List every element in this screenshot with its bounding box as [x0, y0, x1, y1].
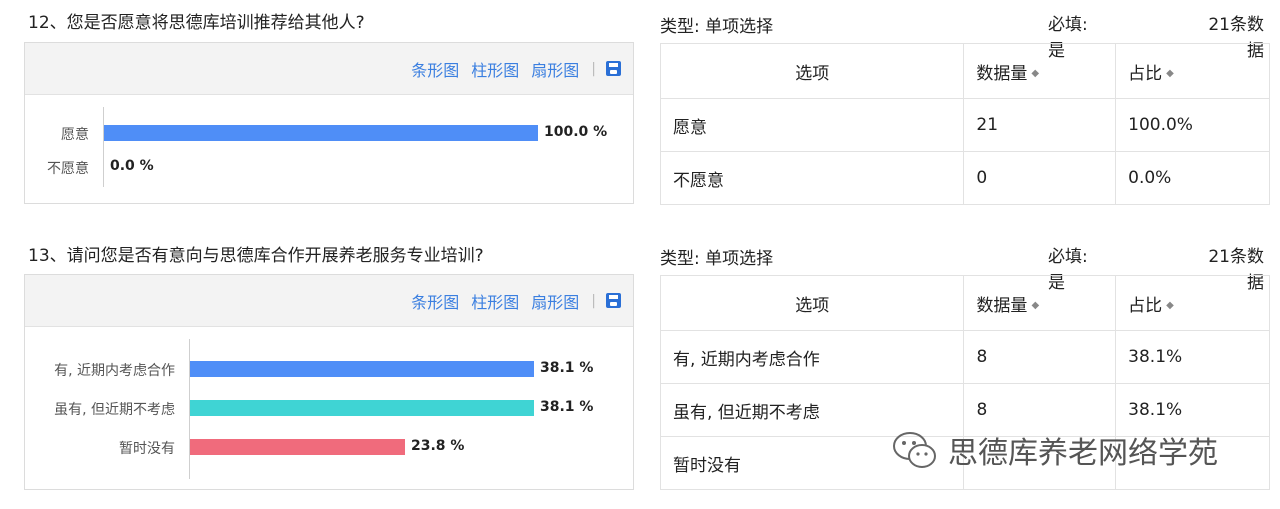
question-type: 类型: 单项选择 [660, 17, 774, 37]
wechat-icon [892, 430, 938, 470]
column-header-option: 选项 [659, 43, 965, 99]
ratio-cell: 100.0% [1115, 98, 1270, 152]
option-cell: 愿意 [659, 98, 965, 152]
column-header-ratio[interactable]: 占比 ◆ [1115, 275, 1270, 331]
option-cell: 不愿意 [659, 151, 965, 205]
count-cell: 0 [963, 151, 1117, 205]
sort-icon[interactable]: ◆ [1031, 68, 1039, 79]
sort-icon[interactable]: ◆ [1031, 300, 1039, 311]
value-label: 100.0 % [544, 124, 608, 140]
chart-toolbar: 条形图 柱形图 扇形图 | [25, 43, 633, 95]
question-type: 类型: 单项选择 [660, 249, 774, 269]
question-13-chart-panel: 条形图 柱形图 扇形图 | 有, 近期内考虑合作 38.1 % 虽有, 但近期不考虑… [24, 274, 634, 490]
category-label: 不愿意 [47, 161, 89, 177]
column-header-count[interactable]: 数据量 ◆ [963, 43, 1117, 99]
sort-icon[interactable]: ◆ [1166, 68, 1174, 79]
watermark-text: 思德库养老网络学苑 [948, 436, 1218, 471]
bar [104, 125, 538, 141]
table-row: 愿意 21 100.0% [659, 98, 1270, 152]
value-label: 23.8 % [411, 438, 465, 454]
bar [190, 361, 534, 377]
question-13-title: 13、请问您是否有意向与思德库合作开展养老服务专业培训? [28, 246, 484, 266]
value-label: 38.1 % [540, 360, 594, 376]
chart-toolbar: 条形图 柱形图 扇形图 | [25, 275, 633, 327]
pie-chart-button[interactable]: 扇形图 [531, 57, 579, 81]
table-row: 不愿意 0 0.0% [659, 151, 1270, 205]
pie-chart-button[interactable]: 扇形图 [531, 289, 579, 313]
ratio-cell: 38.1% [1115, 330, 1270, 384]
bar [190, 400, 534, 416]
table-row: 有, 近期内考虑合作 8 38.1% [659, 330, 1270, 384]
toolbar-divider: | [591, 292, 596, 309]
chart-axis [103, 107, 104, 187]
table-header-row: 选项 数据量 ◆ 占比 ◆ [659, 43, 1270, 99]
column-header-ratio[interactable]: 占比 ◆ [1115, 43, 1270, 99]
count-cell: 8 [963, 330, 1117, 384]
value-label: 0.0 % [110, 158, 154, 174]
question-13-bar-chart: 有, 近期内考虑合作 38.1 % 虽有, 但近期不考虑 38.1 % 暂时没有 23.8… [25, 327, 633, 489]
ratio-cell: 0.0% [1115, 151, 1270, 205]
question-12-title: 12、您是否愿意将思德库培训推荐给其他人? [28, 13, 365, 33]
question-12-table: 选项 数据量 ◆ 占比 ◆ 愿意 21 100.0% 不愿意 0 0.0% [659, 43, 1270, 205]
save-icon[interactable] [606, 293, 621, 308]
table-header-row: 选项 数据量 ◆ 占比 ◆ [659, 275, 1270, 331]
option-cell: 有, 近期内考虑合作 [659, 330, 965, 384]
bar-chart-button[interactable]: 条形图 [411, 289, 459, 313]
category-label: 有, 近期内考虑合作 [54, 363, 175, 379]
question-12-chart-panel: 条形图 柱形图 扇形图 | 愿意 100.0 % 不愿意 0.0 % [24, 42, 634, 204]
bar-chart-button[interactable]: 条形图 [411, 57, 459, 81]
column-header-option: 选项 [659, 275, 965, 331]
column-header-count[interactable]: 数据量 ◆ [963, 275, 1117, 331]
question-12-bar-chart: 愿意 100.0 % 不愿意 0.0 % [25, 95, 633, 203]
count-cell: 21 [963, 98, 1117, 152]
value-label: 38.1 % [540, 399, 594, 415]
column-chart-button[interactable]: 柱形图 [471, 57, 519, 81]
sort-icon[interactable]: ◆ [1166, 300, 1174, 311]
bar [190, 439, 405, 455]
save-icon[interactable] [606, 61, 621, 76]
category-label: 愿意 [61, 127, 89, 143]
watermark: 思德库养老网络学苑 [892, 428, 1218, 472]
column-chart-button[interactable]: 柱形图 [471, 289, 519, 313]
category-label: 虽有, 但近期不考虑 [54, 402, 175, 418]
category-label: 暂时没有 [119, 441, 175, 457]
toolbar-divider: | [591, 60, 596, 77]
